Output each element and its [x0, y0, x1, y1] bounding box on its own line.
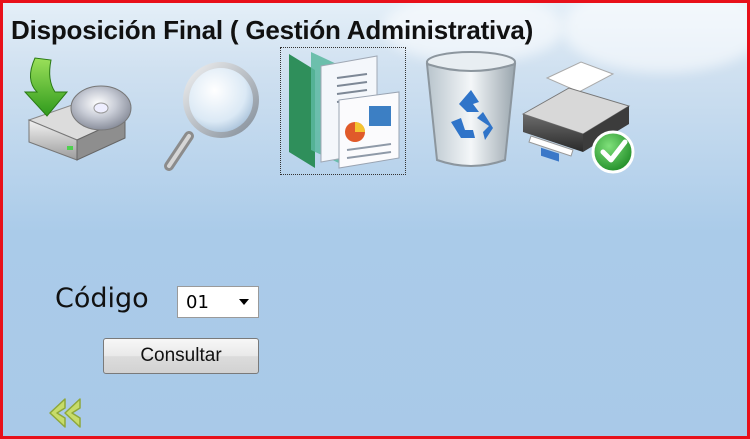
- app-frame: Disposición Final ( Gestión Administrati…: [0, 0, 750, 439]
- magnifier-icon: [164, 62, 259, 171]
- printer-icon: [521, 61, 635, 174]
- print-button[interactable]: [517, 48, 641, 174]
- page-title: Disposición Final ( Gestión Administrati…: [11, 15, 534, 45]
- chevron-down-icon: [239, 299, 249, 305]
- codigo-label: Código: [55, 283, 149, 314]
- back-button[interactable]: [47, 396, 83, 430]
- search-button[interactable]: [149, 48, 273, 174]
- toolbar: [17, 47, 657, 178]
- codigo-select-value: 01: [186, 291, 209, 313]
- documents-button[interactable]: [280, 47, 406, 175]
- consultar-button[interactable]: Consultar: [103, 338, 259, 374]
- codigo-select[interactable]: 01: [177, 286, 259, 318]
- download-to-drive-button[interactable]: [17, 48, 141, 174]
- download-to-drive-icon: [23, 57, 132, 161]
- double-left-arrow-icon: [49, 398, 81, 428]
- documents-icon: [289, 52, 400, 169]
